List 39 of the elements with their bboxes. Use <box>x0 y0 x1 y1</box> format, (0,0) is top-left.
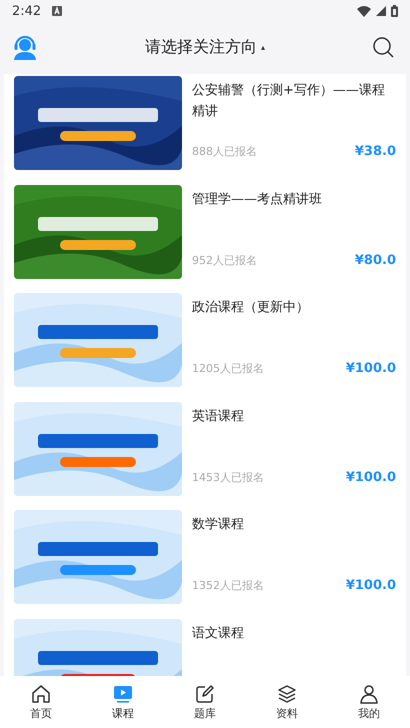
direction-selector[interactable]: 请选择关注方向 ▴ <box>140 34 269 60</box>
play-icon <box>113 684 133 704</box>
course-price: ¥38.0 <box>354 144 396 159</box>
enrollment-count: 1453人已报名 <box>192 470 264 484</box>
course-title: 公安辅警（行测+写作）——课程精讲 <box>192 82 386 121</box>
course-card[interactable]: 政治课程（更新中） 1205人已报名 ¥100.0 <box>4 291 406 400</box>
course-card[interactable]: 英语课程 1453人已报名 ¥100.0 <box>4 400 406 508</box>
person-icon <box>359 684 379 704</box>
home-icon <box>31 684 51 704</box>
layers-icon <box>277 684 297 704</box>
enrollment-count: 1352人已报名 <box>192 578 264 593</box>
course-price: ¥100.0 <box>346 470 396 484</box>
nav-tab[interactable]: 首页 <box>22 682 60 722</box>
support-agent-icon[interactable] <box>12 34 38 60</box>
enrollment-count: 888人已报名 <box>192 144 257 159</box>
course-price: ¥80.0 <box>354 252 396 268</box>
course-price: ¥100.0 <box>346 361 396 376</box>
signal-icon <box>376 6 386 16</box>
nav-tab[interactable]: 资料 <box>268 682 306 722</box>
edit-icon <box>195 684 215 704</box>
notification-icon <box>52 6 62 16</box>
course-title: 政治课程（更新中） <box>192 299 310 317</box>
status-time: 2:42 <box>12 4 42 18</box>
course-card[interactable]: 数学课程 1352人已报名 ¥100.0 <box>4 508 406 616</box>
nav-tab[interactable]: 课程 <box>104 682 142 722</box>
nav-tab[interactable]: 题库 <box>186 682 224 722</box>
course-title: 数学课程 <box>192 516 245 534</box>
course-price: ¥100.0 <box>346 578 396 593</box>
course-title: 管理学——考点精讲班 <box>192 190 323 208</box>
battery-icon <box>391 5 398 17</box>
course-card[interactable]: 公安辅警（行测+写作）——课程精讲 888人已报名 ¥38.0 <box>4 74 406 182</box>
course-card[interactable]: 管理学——考点精讲班 952人已报名 ¥80.0 <box>4 182 406 291</box>
enrollment-count: 1205人已报名 <box>192 361 264 376</box>
course-title: 英语课程 <box>192 408 245 426</box>
wifi-icon <box>357 6 371 16</box>
nav-tab[interactable]: 我的 <box>350 682 388 722</box>
enrollment-count: 952人已报名 <box>192 252 257 268</box>
search-icon[interactable] <box>372 36 394 58</box>
course-title: 语文课程 <box>192 624 245 642</box>
